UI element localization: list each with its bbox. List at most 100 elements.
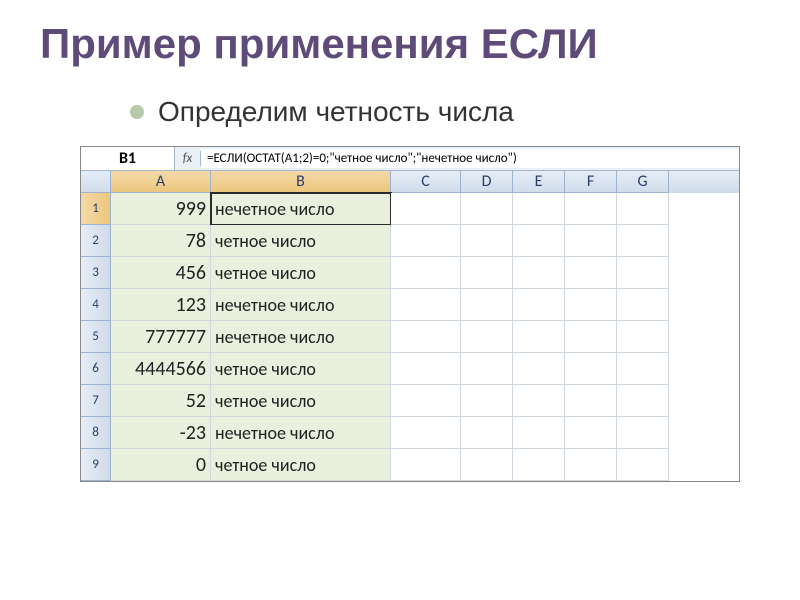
cell[interactable]	[461, 225, 513, 257]
table-row: 9 0 четное число	[81, 449, 739, 481]
formula-bar[interactable]: =ЕСЛИ(ОСТАТ(A1;2)=0;"четное число";"нече…	[201, 149, 739, 168]
slide: Пример применения ЕСЛИ Определим четност…	[0, 0, 800, 600]
row-head[interactable]: 8	[81, 417, 111, 449]
cell[interactable]: нечетное число	[211, 289, 391, 321]
col-head-c[interactable]: C	[391, 171, 461, 193]
cell[interactable]	[461, 385, 513, 417]
cell[interactable]	[617, 257, 669, 289]
cell[interactable]	[391, 417, 461, 449]
cell[interactable]	[391, 449, 461, 481]
cell[interactable]	[513, 417, 565, 449]
cell[interactable]	[617, 417, 669, 449]
cell[interactable]	[565, 385, 617, 417]
cell[interactable]	[461, 449, 513, 481]
row-head[interactable]: 1	[81, 193, 111, 225]
cell[interactable]	[565, 321, 617, 353]
cell[interactable]	[513, 257, 565, 289]
cell[interactable]	[617, 353, 669, 385]
cell[interactable]: четное число	[211, 385, 391, 417]
cell[interactable]	[391, 193, 461, 225]
cell[interactable]	[461, 417, 513, 449]
bullet-icon	[130, 105, 144, 119]
cell[interactable]	[565, 193, 617, 225]
table-row: 4 123 нечетное число	[81, 289, 739, 321]
col-head-b[interactable]: B	[211, 171, 391, 193]
cell[interactable]	[461, 321, 513, 353]
page-title: Пример применения ЕСЛИ	[40, 20, 760, 68]
cell[interactable]	[513, 449, 565, 481]
cell[interactable]: нечетное число	[211, 321, 391, 353]
table-row: 7 52 четное число	[81, 385, 739, 417]
cell[interactable]: четное число	[211, 257, 391, 289]
cell[interactable]	[391, 385, 461, 417]
cell[interactable]	[565, 225, 617, 257]
cell[interactable]	[617, 225, 669, 257]
cell[interactable]	[391, 225, 461, 257]
cell[interactable]	[513, 289, 565, 321]
cell[interactable]: 0	[111, 449, 211, 481]
cell[interactable]	[565, 449, 617, 481]
fx-icon[interactable]: fx	[175, 151, 201, 166]
cell[interactable]: нечетное число	[211, 417, 391, 449]
excel-window: B1 fx =ЕСЛИ(ОСТАТ(A1;2)=0;"четное число"…	[80, 146, 740, 482]
row-head[interactable]: 2	[81, 225, 111, 257]
cell[interactable]	[617, 385, 669, 417]
table-row: 2 78 четное число	[81, 225, 739, 257]
col-head-a[interactable]: A	[111, 171, 211, 193]
cell[interactable]: 123	[111, 289, 211, 321]
row-head[interactable]: 6	[81, 353, 111, 385]
col-head-f[interactable]: F	[565, 171, 617, 193]
row-head[interactable]: 9	[81, 449, 111, 481]
cell[interactable]	[513, 193, 565, 225]
cell[interactable]	[461, 289, 513, 321]
cell[interactable]	[391, 353, 461, 385]
table-row: 8 -23 нечетное число	[81, 417, 739, 449]
name-box[interactable]: B1	[81, 147, 175, 170]
col-head-g[interactable]: G	[617, 171, 669, 193]
col-head-e[interactable]: E	[513, 171, 565, 193]
cell[interactable]: четное число	[211, 449, 391, 481]
cell[interactable]	[391, 321, 461, 353]
cell[interactable]	[617, 321, 669, 353]
table-row: 3 456 четное число	[81, 257, 739, 289]
table-row: 6 4444566 четное число	[81, 353, 739, 385]
row-head[interactable]: 3	[81, 257, 111, 289]
subtitle-row: Определим четность числа	[130, 96, 760, 128]
cell[interactable]	[391, 289, 461, 321]
select-all-corner[interactable]	[81, 171, 111, 193]
cell[interactable]: четное число	[211, 225, 391, 257]
cell[interactable]	[461, 353, 513, 385]
cell[interactable]	[391, 257, 461, 289]
cell[interactable]: 4444566	[111, 353, 211, 385]
cell[interactable]	[565, 417, 617, 449]
cell[interactable]: -23	[111, 417, 211, 449]
cell[interactable]: 777777	[111, 321, 211, 353]
cell[interactable]	[565, 289, 617, 321]
cell[interactable]: 52	[111, 385, 211, 417]
cell-b1[interactable]: нечетное число	[211, 193, 391, 225]
cell[interactable]: 456	[111, 257, 211, 289]
subtitle-text: Определим четность числа	[158, 96, 514, 128]
row-head[interactable]: 5	[81, 321, 111, 353]
table-row: 1 999 нечетное число	[81, 193, 739, 225]
column-header-row: A B C D E F G	[81, 171, 739, 193]
cell[interactable]	[565, 353, 617, 385]
cell-a1[interactable]: 999	[111, 193, 211, 225]
row-head[interactable]: 4	[81, 289, 111, 321]
cell[interactable]	[513, 321, 565, 353]
formula-bar-row: B1 fx =ЕСЛИ(ОСТАТ(A1;2)=0;"четное число"…	[81, 147, 739, 171]
cell[interactable]	[617, 289, 669, 321]
cell[interactable]	[565, 257, 617, 289]
cell[interactable]	[461, 193, 513, 225]
table-row: 5 777777 нечетное число	[81, 321, 739, 353]
cell[interactable]	[617, 449, 669, 481]
cell[interactable]: четное число	[211, 353, 391, 385]
row-head[interactable]: 7	[81, 385, 111, 417]
cell[interactable]	[513, 385, 565, 417]
col-head-d[interactable]: D	[461, 171, 513, 193]
cell[interactable]	[617, 193, 669, 225]
cell[interactable]	[461, 257, 513, 289]
cell[interactable]	[513, 353, 565, 385]
cell[interactable]: 78	[111, 225, 211, 257]
cell[interactable]	[513, 225, 565, 257]
